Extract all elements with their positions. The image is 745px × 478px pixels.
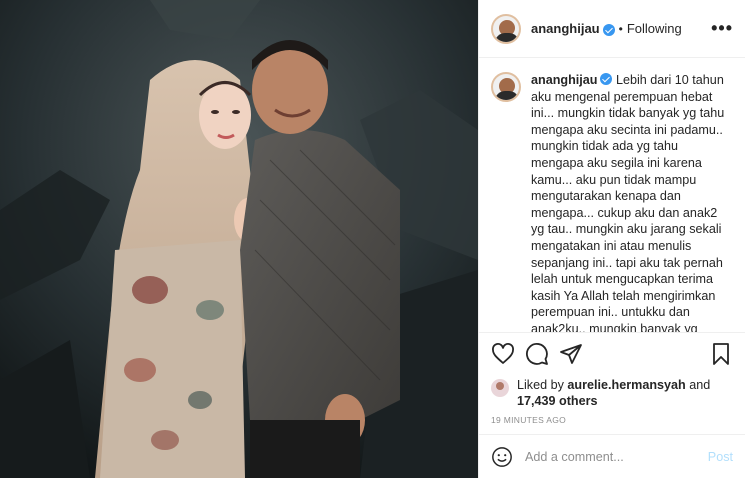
following-button[interactable]: Following — [627, 21, 682, 36]
post-timestamp[interactable]: 19 MINUTES AGO — [491, 415, 733, 425]
likes-and: and — [689, 378, 711, 392]
verified-badge-icon — [602, 23, 615, 36]
likes-count[interactable]: 17,439 others — [517, 394, 598, 408]
instagram-post: ananghijau • Following ••• ananghijau Le… — [0, 0, 745, 478]
share-icon[interactable] — [559, 342, 583, 366]
caption-body: Lebih dari 10 tahun aku mengenal perempu… — [531, 73, 725, 332]
liker-username[interactable]: aurelie.hermansyah — [567, 378, 685, 392]
author-avatar[interactable] — [491, 13, 521, 44]
header-separator: • — [618, 21, 623, 36]
post-header: ananghijau • Following ••• — [479, 0, 745, 58]
bookmark-icon[interactable] — [709, 342, 733, 366]
likes-prefix: Liked by — [517, 378, 564, 392]
verified-badge-icon — [600, 73, 613, 85]
post-photo[interactable] — [0, 0, 478, 478]
comment-input[interactable] — [523, 448, 708, 465]
more-options-icon[interactable]: ••• — [711, 18, 733, 39]
post-actions: Liked by aurelie.hermansyah and 17,439 o… — [479, 332, 745, 434]
couple-photo-illustration — [0, 0, 478, 478]
liker-avatar[interactable] — [491, 379, 509, 397]
caption-text-block: ananghijau Lebih dari 10 tahun aku menge… — [531, 72, 727, 332]
post-comment-button[interactable]: Post — [708, 450, 733, 464]
heart-icon[interactable] — [491, 342, 515, 366]
post-sidebar: ananghijau • Following ••• ananghijau Le… — [478, 0, 745, 478]
likes-summary: Liked by aurelie.hermansyah and 17,439 o… — [491, 377, 733, 409]
caption-avatar[interactable] — [491, 72, 521, 102]
caption-username[interactable]: ananghijau — [531, 73, 597, 87]
caption-section: ananghijau Lebih dari 10 tahun aku menge… — [479, 58, 745, 332]
author-username[interactable]: ananghijau — [531, 21, 600, 36]
emoji-icon[interactable] — [491, 446, 513, 468]
comment-icon[interactable] — [525, 342, 549, 366]
comment-bar: Post — [479, 434, 745, 478]
